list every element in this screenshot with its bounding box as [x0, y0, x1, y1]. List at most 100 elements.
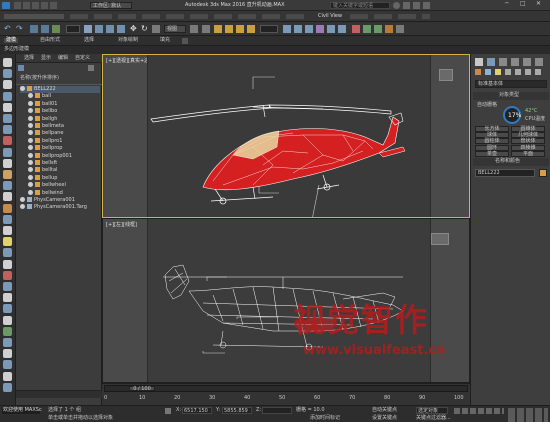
tool-strip-icon[interactable]: [3, 147, 12, 157]
shapes-icon[interactable]: [485, 69, 491, 75]
timeline-ruler[interactable]: 0 10 20 30 40 50 60 70 80 90 100: [104, 394, 468, 404]
tool-strip-icon[interactable]: [3, 69, 12, 79]
scene-tree-item[interactable]: bellpro1: [28, 137, 108, 145]
tool-strip-icon[interactable]: [3, 259, 12, 269]
viewport-navigation-controls[interactable]: [508, 408, 548, 422]
layer-manager-icon[interactable]: [305, 25, 313, 33]
link-icon[interactable]: [30, 25, 38, 33]
region-select-icon[interactable]: [106, 25, 114, 33]
search-icon[interactable]: [393, 2, 400, 9]
scene-tree-item[interactable]: bellgh: [28, 115, 108, 123]
tool-strip-icon[interactable]: [3, 170, 12, 179]
auto-grid-checkbox[interactable]: 自动栅格: [477, 103, 497, 108]
tool-strip-icon[interactable]: [3, 80, 12, 90]
tool-strip-icon[interactable]: [3, 125, 12, 135]
menu-item-civil-view[interactable]: Civil View: [318, 14, 342, 19]
primitive-type-dropdown[interactable]: 标准基本体: [475, 80, 547, 88]
visibility-icon[interactable]: [28, 174, 33, 180]
unlink-icon[interactable]: [41, 25, 49, 33]
tab-modeling[interactable]: 建模: [4, 38, 19, 43]
viewport-left[interactable]: [+][左][线框] 视觉智作 www.visualfeast.cn: [102, 218, 470, 383]
menu-items[interactable]: [70, 14, 310, 19]
primitive-button[interactable]: 圆环: [475, 144, 509, 151]
object-color-swatch[interactable]: [539, 169, 547, 177]
visibility-icon[interactable]: [28, 182, 33, 188]
scene-tree-item[interactable]: BELL222: [20, 86, 100, 93]
spinner-snap-icon[interactable]: [247, 25, 255, 33]
scale-icon[interactable]: [152, 25, 160, 33]
scene-tree-item[interactable]: bellup: [28, 174, 108, 182]
geometry-icon[interactable]: [475, 69, 481, 75]
scene-tree-item[interactable]: bellsft: [28, 160, 108, 167]
tool-strip-icon[interactable]: [3, 181, 12, 191]
visibility-icon[interactable]: [28, 130, 33, 136]
align-icon[interactable]: [294, 25, 302, 33]
scene-tree-item[interactable]: belltal: [28, 167, 108, 174]
star-icon[interactable]: [413, 2, 420, 9]
modify-tab-icon[interactable]: [487, 58, 495, 66]
auto-key-button[interactable]: 自动关键点: [372, 408, 397, 413]
visibility-icon[interactable]: [28, 152, 33, 158]
viewport-perspective[interactable]: [+][透视][真实+边面]: [102, 54, 470, 218]
lock-selection-icon[interactable]: [165, 408, 171, 414]
tool-strip-icon[interactable]: [3, 349, 12, 359]
scene-tree-item[interactable]: bellbo: [28, 108, 108, 115]
primitive-button[interactable]: 四棱锥: [511, 144, 545, 151]
motion-tab-icon[interactable]: [511, 58, 519, 66]
tab-freeform[interactable]: 自由形式: [40, 38, 60, 43]
tool-strip-icon[interactable]: [3, 58, 12, 67]
scene-tree-item[interactable]: bellpane: [28, 130, 108, 137]
visibility-icon[interactable]: [28, 123, 33, 128]
key-filters-button[interactable]: 关键点过滤器...: [416, 416, 451, 421]
tool-strip-icon[interactable]: [3, 338, 12, 347]
z-coord-field[interactable]: [262, 407, 292, 414]
tool-strip-icon[interactable]: [3, 293, 12, 303]
material-editor-icon[interactable]: [352, 25, 360, 33]
utilities-tab-icon[interactable]: [535, 58, 543, 66]
scene-explorer-header[interactable]: 名称(按升序排序): [20, 76, 59, 81]
scene-tree-item[interactable]: ball: [28, 93, 108, 100]
tool-strip-icon[interactable]: [3, 158, 12, 168]
tab-populate[interactable]: 填充: [160, 38, 170, 43]
mirror-icon[interactable]: [283, 25, 291, 33]
rendered-frame-icon[interactable]: [374, 25, 382, 33]
time-slider-thumb[interactable]: 0 / 100: [129, 386, 155, 392]
open-file-icon[interactable]: [23, 2, 30, 9]
visibility-icon[interactable]: [28, 100, 33, 106]
systems-icon[interactable]: [535, 69, 541, 75]
window-crossing-icon[interactable]: [117, 25, 125, 33]
tool-strip-icon[interactable]: [3, 282, 12, 291]
maxscript-listener[interactable]: 欢迎使用 MAXSc: [2, 408, 42, 414]
new-file-icon[interactable]: [14, 2, 21, 9]
graphite-toggle-icon[interactable]: [316, 25, 324, 33]
snaps-toggle-icon[interactable]: [214, 25, 222, 33]
scene-tree-item[interactable]: PhysCamera001: [20, 197, 100, 204]
scene-tree-item[interactable]: bellprop: [28, 145, 108, 152]
visibility-icon[interactable]: [28, 108, 33, 114]
spacewarps-icon[interactable]: [525, 69, 531, 75]
search-box[interactable]: 键入关键字或短语: [330, 2, 390, 9]
tool-strip-icon[interactable]: [3, 114, 12, 123]
tool-strip-icon[interactable]: [3, 270, 12, 280]
move-icon[interactable]: ✥: [130, 25, 138, 33]
tool-strip-icon[interactable]: [3, 382, 12, 392]
visibility-icon[interactable]: [20, 197, 25, 202]
help-icon[interactable]: [423, 2, 430, 9]
lights-icon[interactable]: [495, 69, 501, 75]
scene-tree-item[interactable]: PhysCamera001.Targ: [20, 204, 100, 211]
rotate-icon[interactable]: ↻: [141, 25, 149, 33]
tool-strip-icon[interactable]: [3, 360, 12, 370]
tab-object-paint[interactable]: 对象绘制: [118, 38, 138, 43]
scene-tree-item[interactable]: ball01: [28, 100, 108, 108]
tab-edit[interactable]: 编辑: [58, 56, 68, 61]
tab-display[interactable]: 显示: [41, 56, 51, 61]
tool-strip-icon[interactable]: [3, 91, 12, 101]
cameras-icon[interactable]: [505, 69, 511, 75]
visibility-icon[interactable]: [28, 189, 33, 195]
tool-strip-icon[interactable]: [3, 203, 12, 213]
manipulate-icon[interactable]: [202, 25, 210, 33]
tool-strip-icon[interactable]: [3, 371, 12, 381]
y-coord-field[interactable]: 5855.859: [222, 407, 252, 414]
playback-controls[interactable]: [454, 408, 504, 414]
x-coord-field[interactable]: 6517.150: [182, 407, 212, 414]
